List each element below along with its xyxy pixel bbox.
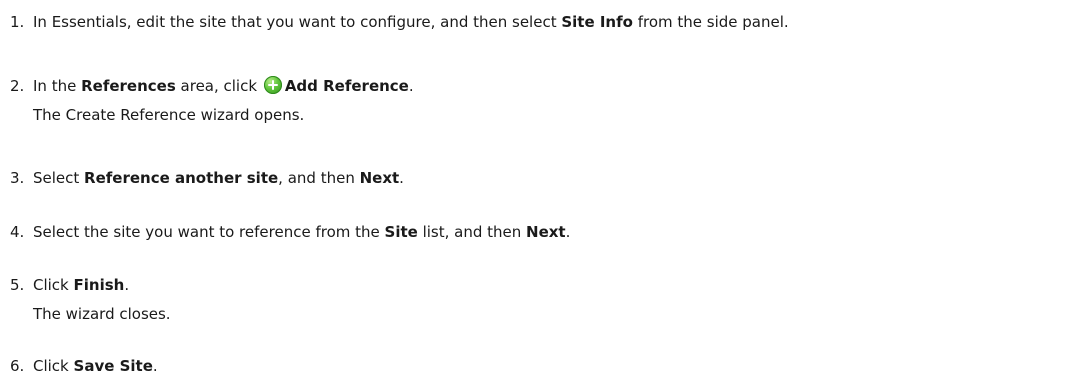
step-note: The Create Reference wizard opens. <box>33 106 305 124</box>
step-note: The wizard closes. <box>33 305 171 323</box>
plus-circle-icon <box>263 76 282 94</box>
step-3: 3. Select Reference another site, and th… <box>0 167 1081 189</box>
step-text: Click Finish. <box>33 276 130 294</box>
step-2: 2. In the References area, click Add Ref… <box>0 75 1081 124</box>
step-text: Select the site you want to reference fr… <box>33 223 571 241</box>
step-text: Click Save Site. <box>33 357 158 375</box>
step-1: 1. In Essentials, edit the site that you… <box>0 11 1081 33</box>
ui-term-finish: Finish <box>73 276 125 294</box>
ui-term-next: Next <box>526 223 566 241</box>
step-number: 6. <box>10 357 25 375</box>
step-5: 5. Click Finish. The wizard closes. <box>0 274 1081 323</box>
step-text: In the References area, click Add Refere… <box>33 76 414 95</box>
step-number: 2. <box>10 77 25 95</box>
ui-term-references: References <box>81 77 176 95</box>
ui-term-reference-another-site: Reference another site <box>84 169 279 187</box>
ui-term-save-site: Save Site <box>73 357 153 375</box>
step-6: 6. Click Save Site. <box>0 355 1081 377</box>
step-number: 5. <box>10 276 25 294</box>
step-4: 4. Select the site you want to reference… <box>0 221 1081 243</box>
ui-term-site: Site <box>384 223 418 241</box>
step-text: Select Reference another site, and then … <box>33 169 404 187</box>
step-number: 1. <box>10 13 25 31</box>
ui-term-add-reference: Add Reference <box>284 77 409 95</box>
ui-term-site-info: Site Info <box>561 13 633 31</box>
step-number: 3. <box>10 169 25 187</box>
step-text: In Essentials, edit the site that you wa… <box>33 13 789 31</box>
step-number: 4. <box>10 223 25 241</box>
ui-term-next: Next <box>359 169 400 187</box>
